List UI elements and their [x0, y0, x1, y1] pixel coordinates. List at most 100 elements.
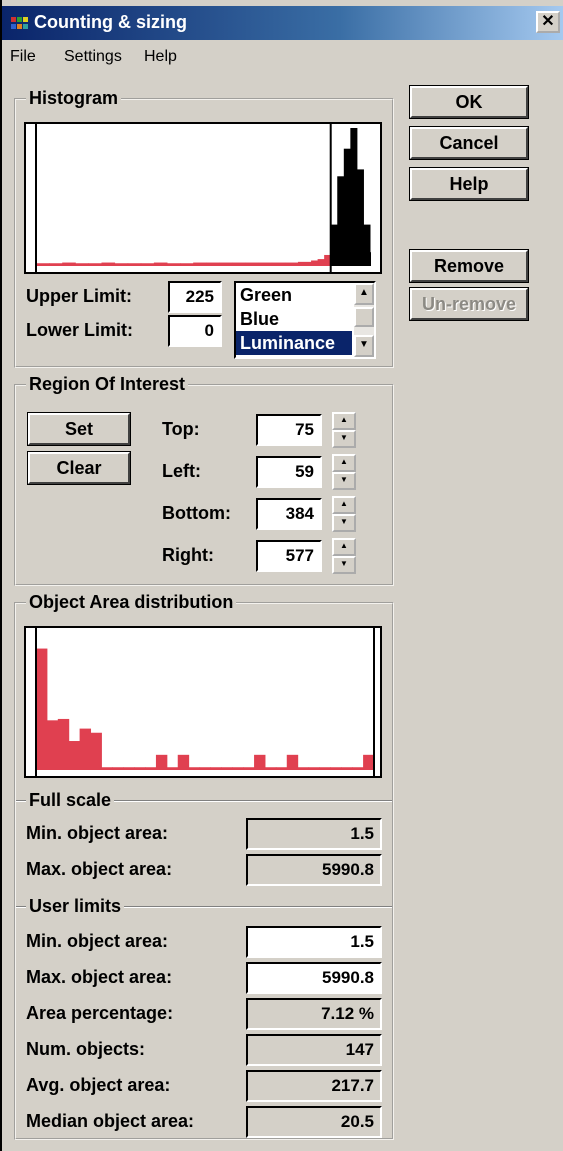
roi-legend: Region Of Interest: [26, 373, 189, 395]
histogram-bin: [363, 224, 371, 266]
scroll-thumb[interactable]: [354, 307, 374, 327]
area-bar: [210, 767, 222, 770]
menu-help[interactable]: Help: [144, 48, 177, 66]
area-bar: [90, 732, 102, 770]
roi-right-spinner[interactable]: ▲ ▼: [332, 538, 356, 574]
menu-bar: File Settings Help: [2, 40, 563, 74]
roi-right-label: Right:: [162, 545, 214, 565]
histogram-bin: [114, 263, 129, 266]
channel-scrollbar[interactable]: ▲ ▼: [354, 283, 374, 357]
user-min-area-input[interactable]: 1.5: [246, 926, 382, 958]
area-bar: [330, 767, 342, 770]
histogram-bin: [297, 261, 312, 266]
histogram-bin: [75, 263, 89, 266]
area-bar: [188, 767, 201, 770]
area-bar: [101, 767, 113, 770]
full-min-area-label: Min. object area:: [26, 823, 169, 843]
roi-set-button[interactable]: Set: [27, 412, 131, 446]
roi-left-input[interactable]: 59: [256, 456, 322, 488]
area-bar: [308, 767, 320, 770]
scroll-up-icon[interactable]: ▲: [354, 283, 374, 305]
histogram-bin: [127, 263, 142, 266]
remove-button[interactable]: Remove: [409, 249, 529, 283]
histogram-plot[interactable]: [24, 122, 382, 274]
area-bar: [319, 767, 331, 770]
median-area-value: 20.5: [246, 1106, 382, 1138]
spin-up-icon[interactable]: ▲: [332, 496, 356, 514]
area-bar: [36, 648, 48, 770]
user-max-area-input[interactable]: 5990.8: [246, 962, 382, 994]
histogram-bin: [232, 262, 247, 266]
area-bar: [68, 741, 81, 770]
upper-limit-input[interactable]: 225: [168, 281, 222, 313]
scroll-down-icon[interactable]: ▼: [354, 335, 374, 357]
area-bar: [221, 767, 233, 770]
histogram-bin: [311, 260, 319, 266]
channel-option-luminance[interactable]: Luminance: [236, 331, 352, 355]
roi-top-spinner[interactable]: ▲ ▼: [332, 412, 356, 448]
lower-limit-input[interactable]: 0: [168, 315, 222, 347]
help-button[interactable]: Help: [409, 167, 529, 201]
histogram-bin: [49, 263, 63, 266]
area-bar: [134, 767, 146, 770]
area-bar: [264, 767, 277, 770]
spin-up-icon[interactable]: ▲: [332, 454, 356, 472]
area-bar: [363, 754, 375, 770]
roi-clear-button[interactable]: Clear: [27, 451, 131, 485]
area-bar: [232, 767, 244, 770]
menu-settings[interactable]: Settings: [64, 48, 122, 66]
full-min-area-value: 1.5: [246, 818, 382, 850]
num-objects-value: 147: [246, 1034, 382, 1066]
histogram-bin: [356, 169, 364, 266]
spin-up-icon[interactable]: ▲: [332, 412, 356, 430]
histogram-bin: [140, 263, 155, 266]
ok-button[interactable]: OK: [409, 85, 529, 119]
area-bar: [112, 767, 124, 770]
user-max-area-label: Max. object area:: [26, 967, 173, 987]
histogram-chart: [35, 124, 371, 272]
histogram-bin: [101, 262, 116, 266]
histogram-bin: [36, 263, 50, 266]
histogram-bin: [271, 262, 286, 266]
close-icon: ✕: [541, 13, 555, 30]
full-max-area-label: Max. object area:: [26, 859, 173, 879]
spin-down-icon[interactable]: ▼: [332, 556, 356, 574]
area-distribution-plot[interactable]: [24, 626, 382, 778]
user-limits-legend: User limits: [26, 895, 125, 917]
area-bar: [177, 754, 190, 770]
histogram-bin: [219, 262, 233, 266]
area-bar: [145, 767, 157, 770]
histogram-bin: [284, 262, 299, 266]
histogram-bin: [343, 148, 351, 266]
area-percentage-label: Area percentage:: [26, 1003, 174, 1023]
area-bar: [155, 754, 168, 770]
area-bar: [57, 718, 70, 770]
menu-file[interactable]: File: [10, 48, 36, 66]
histogram-bin: [370, 252, 371, 266]
spin-up-icon[interactable]: ▲: [332, 538, 356, 556]
area-bar: [243, 767, 255, 770]
unremove-button: Un-remove: [409, 287, 529, 321]
full-max-area-value: 5990.8: [246, 854, 382, 886]
area-bar: [46, 720, 59, 770]
area-bar: [297, 767, 310, 770]
roi-bottom-input[interactable]: 384: [256, 498, 322, 530]
close-button[interactable]: ✕: [536, 11, 560, 33]
area-percentage-value: 7.12 %: [246, 998, 382, 1030]
channel-option-green[interactable]: Green: [236, 283, 352, 307]
channel-listbox[interactable]: Green Blue Luminance ▲ ▼: [234, 281, 376, 359]
histogram-bin: [337, 176, 345, 266]
histogram-bin: [350, 128, 358, 266]
spin-down-icon[interactable]: ▼: [332, 514, 356, 532]
channel-option-blue[interactable]: Blue: [236, 307, 352, 331]
area-bar: [352, 767, 364, 770]
area-distribution-chart: [35, 628, 375, 776]
spin-down-icon[interactable]: ▼: [332, 472, 356, 490]
roi-right-input[interactable]: 577: [256, 540, 322, 572]
title-bar[interactable]: Counting & sizing ✕: [2, 6, 563, 40]
roi-top-input[interactable]: 75: [256, 414, 322, 446]
roi-bottom-spinner[interactable]: ▲ ▼: [332, 496, 356, 532]
spin-down-icon[interactable]: ▼: [332, 430, 356, 448]
cancel-button[interactable]: Cancel: [409, 126, 529, 160]
roi-left-spinner[interactable]: ▲ ▼: [332, 454, 356, 490]
